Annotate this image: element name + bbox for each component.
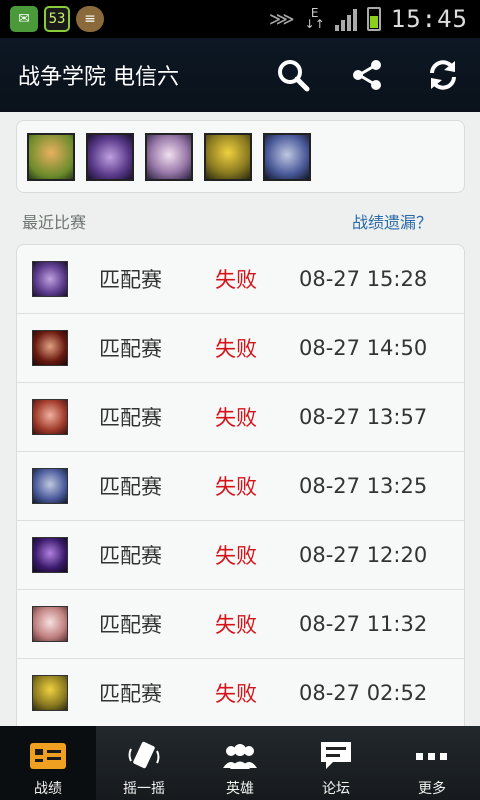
nav-item-record[interactable]: 战绩 (0, 726, 96, 800)
hero-avatar (32, 606, 68, 642)
favorite-heroes-card (16, 120, 465, 193)
match-result: 失败 (215, 406, 257, 430)
signal-icon (334, 7, 357, 31)
table-row[interactable]: 匹配赛 失败 08-27 15:28 (17, 245, 464, 314)
nav-label: 战绩 (34, 781, 62, 797)
notification-count-badge: 53 (44, 6, 70, 32)
table-row[interactable]: 匹配赛 失败 08-27 13:25 (17, 452, 464, 521)
hero-avatar[interactable] (27, 132, 75, 181)
nav-item-forum[interactable]: 论坛 (288, 726, 384, 800)
match-type: 匹配赛 (99, 406, 162, 430)
match-time: 08-27 13:25 (299, 474, 428, 498)
recent-matches-title: 最近比赛 (22, 213, 87, 232)
battery-icon (366, 7, 381, 31)
nav-item-shake[interactable]: 摇一摇 (96, 726, 192, 800)
share-button[interactable] (346, 54, 388, 96)
clock: 15:45 (390, 5, 468, 33)
table-row[interactable]: 匹配赛 失败 08-27 02:52 (17, 659, 464, 728)
table-row[interactable]: 匹配赛 失败 08-27 13:57 (17, 383, 464, 452)
search-button[interactable] (272, 54, 314, 96)
nav-item-heroes[interactable]: 英雄 (192, 726, 288, 800)
match-time: 08-27 11:32 (299, 612, 428, 636)
search-icon (278, 60, 310, 92)
match-result: 失败 (215, 613, 257, 637)
match-result: 失败 (215, 475, 257, 499)
recent-matches-header: 最近比赛 战绩遗漏？ (22, 206, 432, 236)
nav-label: 摇一摇 (123, 781, 165, 797)
hero-avatar (32, 261, 68, 297)
hero-avatar[interactable] (86, 132, 134, 181)
match-type: 匹配赛 (99, 682, 162, 706)
more-icon (413, 740, 451, 772)
match-result: 失败 (215, 544, 257, 568)
network-type-icon: E ↓↑ (304, 6, 325, 31)
shake-icon (125, 740, 163, 772)
match-time: 08-27 15:28 (299, 267, 428, 291)
table-row[interactable]: 匹配赛 失败 08-27 12:20 (17, 521, 464, 590)
forum-icon (317, 740, 355, 772)
hero-avatar[interactable] (263, 132, 311, 181)
record-icon (29, 740, 67, 772)
nav-label: 英雄 (226, 781, 254, 797)
refresh-button[interactable] (422, 54, 464, 96)
share-icon (353, 60, 381, 90)
app-notification-icon: ≡ (76, 6, 104, 32)
match-type: 匹配赛 (99, 613, 162, 637)
nav-label: 更多 (418, 781, 446, 797)
match-time: 08-27 14:50 (299, 336, 428, 360)
nav-item-more[interactable]: 更多 (384, 726, 480, 800)
match-type: 匹配赛 (99, 475, 162, 499)
vibrate-icon: ⋙ (269, 8, 295, 30)
hero-avatar (32, 399, 68, 435)
match-time: 08-27 12:20 (299, 543, 428, 567)
hero-avatar (32, 330, 68, 366)
table-row[interactable]: 匹配赛 失败 08-27 14:50 (17, 314, 464, 383)
chat-notification-icon: ✉ (10, 6, 38, 32)
app-header: 战争学院 电信六 (0, 38, 480, 112)
match-result: 失败 (215, 682, 257, 706)
nav-label: 论坛 (322, 781, 350, 797)
match-time: 08-27 02:52 (299, 681, 428, 705)
match-result: 失败 (215, 268, 257, 292)
hero-avatar (32, 468, 68, 504)
match-result: 失败 (215, 337, 257, 361)
match-type: 匹配赛 (99, 268, 162, 292)
bottom-navigation: 战绩 摇一摇 英雄 论坛 更多 (0, 726, 480, 800)
match-time: 08-27 13:57 (299, 405, 428, 429)
hero-avatar (32, 537, 68, 573)
hero-avatar[interactable] (145, 132, 193, 181)
heroes-icon (221, 740, 259, 772)
match-list: 匹配赛 失败 08-27 15:28 匹配赛 失败 08-27 14:50 匹配… (16, 244, 465, 744)
hero-avatar[interactable] (204, 132, 252, 181)
match-type: 匹配赛 (99, 337, 162, 361)
page-title: 战争学院 电信六 (18, 65, 179, 90)
missing-record-link[interactable]: 战绩遗漏？ (352, 209, 432, 233)
table-row[interactable]: 匹配赛 失败 08-27 11:32 (17, 590, 464, 659)
refresh-icon (430, 60, 456, 90)
hero-avatar (32, 675, 68, 711)
match-type: 匹配赛 (99, 544, 162, 568)
status-bar: ✉ 53 ≡ ⋙ E ↓↑ 15:45 (0, 0, 480, 38)
